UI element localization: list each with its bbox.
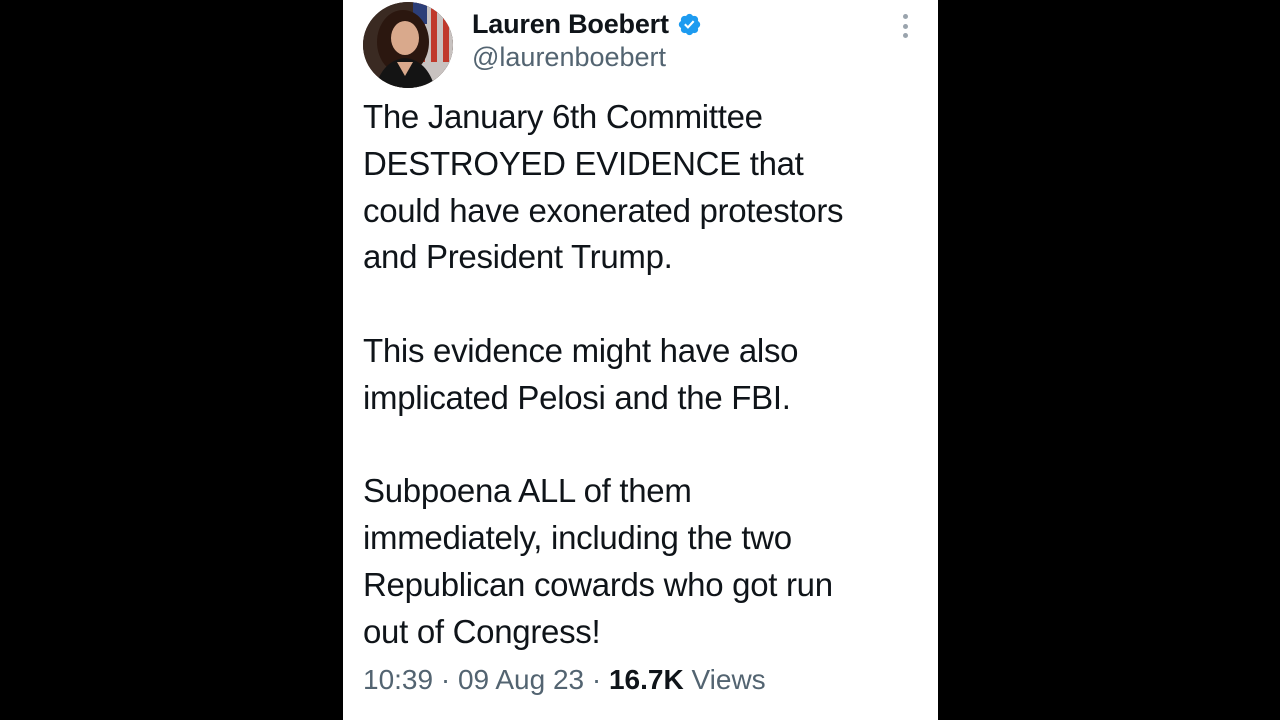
meta-separator: · [433,664,458,695]
tweet-line: This evidence might have also [363,331,799,369]
author-handle[interactable]: @laurenboebert [472,42,666,73]
tweet-text: The January 6th Committee DESTROYED EVID… [363,94,928,656]
avatar[interactable] [363,2,453,88]
tweet-date[interactable]: 09 Aug 23 [458,664,584,695]
tweet-card[interactable]: Lauren Boebert @laurenboebert The Januar… [343,0,938,720]
more-options-icon[interactable] [896,12,914,40]
tweet-line: out of Congress! [363,612,601,650]
video-frame: Lauren Boebert @laurenboebert The Januar… [0,0,1280,720]
tweet-line: Republican cowards who got run [363,565,833,603]
avatar-photo [363,2,453,88]
views-count[interactable]: 16.7K [609,664,684,695]
tweet-line: and President Trump. [363,238,673,276]
more-dot [902,14,908,19]
verified-badge-icon [678,13,700,35]
tweet-line: DESTROYED EVIDENCE that [363,144,804,182]
tweet-line: immediately, including the two [363,519,792,557]
tweet-time[interactable]: 10:39 [363,664,433,695]
meta-separator: · [584,664,609,695]
tweet-line: Subpoena ALL of them [363,472,692,510]
tweet-meta: 10:39 · 09 Aug 23 · 16.7K Views [363,664,766,696]
more-dot [902,33,908,38]
views-label: Views [683,664,766,695]
more-dot [902,23,908,29]
author-name-row: Lauren Boebert [472,6,702,42]
tweet-line: implicated Pelosi and the FBI. [363,378,791,416]
author-display-name[interactable]: Lauren Boebert [472,9,669,40]
tweet-line: The January 6th Committee [363,98,763,135]
tweet-line: could have exonerated protestors [363,191,844,229]
